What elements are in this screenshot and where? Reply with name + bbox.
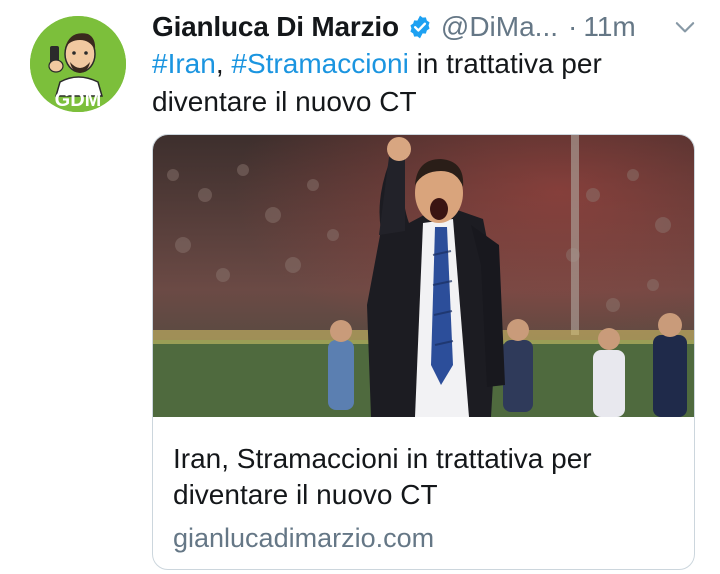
link-card[interactable]: Iran, Stramaccioni in trattativa per div… bbox=[152, 134, 695, 570]
header-separator: · bbox=[568, 11, 578, 42]
tweet[interactable]: GDM Gianluca Di Marzio @DiMa... · 11m #I… bbox=[0, 0, 720, 574]
avatar-logo-text: GDM bbox=[55, 89, 102, 111]
card-title[interactable]: Iran, Stramaccioni in trattativa per div… bbox=[173, 441, 673, 513]
avatar[interactable]: GDM bbox=[30, 16, 126, 112]
card-domain[interactable]: gianlucadimarzio.com bbox=[173, 521, 434, 555]
hashtag-stramaccioni[interactable]: #Stramaccioni bbox=[231, 48, 408, 79]
author-name[interactable]: Gianluca Di Marzio bbox=[152, 8, 399, 46]
timestamp[interactable]: 11m bbox=[583, 8, 635, 46]
chevron-down-icon[interactable] bbox=[672, 14, 698, 40]
card-image[interactable] bbox=[153, 135, 694, 417]
hashtag-iran[interactable]: #Iran bbox=[152, 48, 216, 79]
tweet-header: Gianluca Di Marzio @DiMa... · 11m bbox=[152, 8, 636, 46]
author-handle[interactable]: @DiMa... bbox=[441, 8, 558, 46]
verified-badge-icon bbox=[407, 14, 433, 40]
tweet-text: #Iran, #Stramaccioni in trattativa per d… bbox=[152, 45, 672, 121]
card-photo bbox=[153, 135, 694, 417]
tweet-text-comma: , bbox=[215, 48, 232, 79]
avatar-illustration: GDM bbox=[30, 16, 126, 112]
